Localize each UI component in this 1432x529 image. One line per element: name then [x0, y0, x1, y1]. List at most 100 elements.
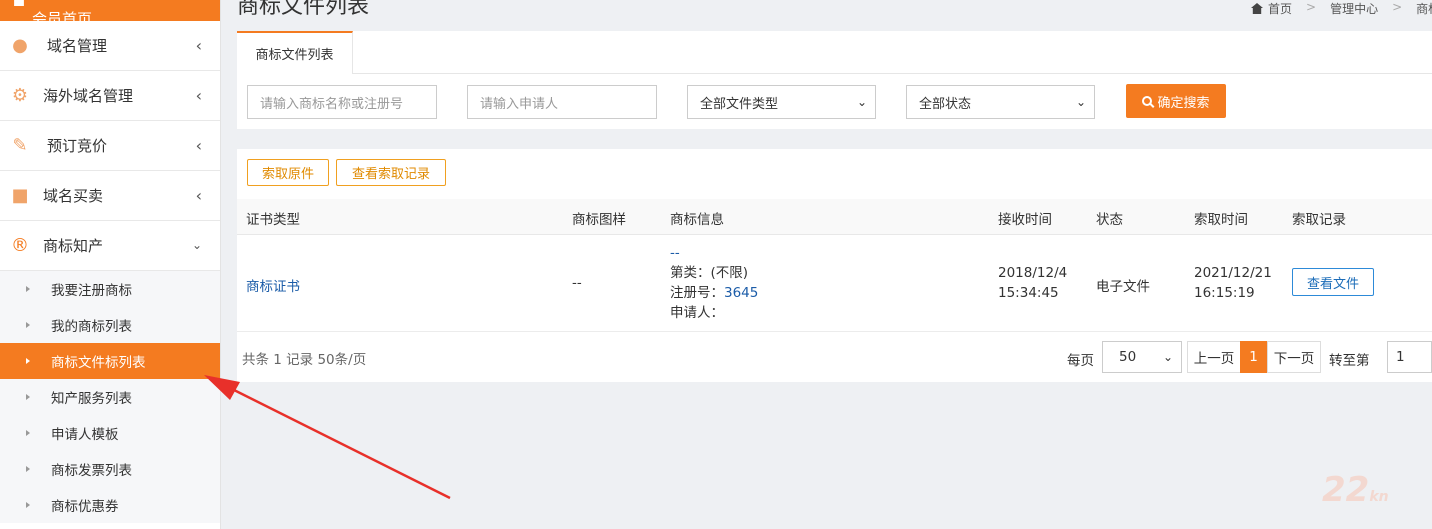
certificate-type-link[interactable]: 商标证书 — [246, 275, 300, 295]
sidebar-item-domain[interactable]: ● 域名管理 ‹ — [0, 21, 220, 71]
column-header: 商标图样 — [572, 212, 626, 228]
breadcrumb-item[interactable]: 商标 — [1416, 0, 1432, 17]
annotation-arrow — [204, 375, 451, 500]
search-icon — [1142, 96, 1153, 106]
registered-icon: ® — [11, 235, 29, 256]
file-type-value: 全部文件类型 — [700, 96, 779, 112]
received-date: 2018/12/4 — [998, 265, 1068, 281]
per-page-value: 50 — [1119, 349, 1137, 365]
caret-right-icon — [26, 286, 30, 292]
submenu-item-coupons[interactable]: 商标优惠券 — [0, 487, 220, 523]
submenu-item-my-trademarks[interactable]: 我的商标列表 — [0, 307, 220, 343]
trademark-name-link[interactable]: -- — [670, 243, 758, 263]
received-time: 2018/12/4 15:34:45 — [998, 263, 1067, 303]
request-date: 2021/12/21 — [1194, 265, 1272, 281]
trademark-search-input[interactable]: 请输入商标名称或注册号 — [247, 85, 437, 119]
sidebar-item-overseas-domain[interactable]: ⚙ 海外域名管理 ‹ — [0, 71, 220, 121]
reg-label: 注册号： — [670, 285, 724, 301]
sidebar-item-label: 商标知产 — [43, 237, 104, 255]
chevron-left-icon: ‹ — [195, 86, 202, 105]
status-text: 电子文件 — [1096, 279, 1150, 295]
caret-right-icon — [26, 322, 30, 328]
submenu-item-label: 知产服务列表 — [51, 391, 132, 407]
tab-trademark-files[interactable]: 商标文件列表 — [237, 31, 353, 74]
received-clock: 15:34:45 — [998, 285, 1059, 301]
watermark-main: 22 — [1322, 470, 1370, 510]
current-page[interactable]: 1 — [1240, 341, 1267, 373]
page-title: 商标文件列表 — [237, 0, 370, 19]
prev-page-button[interactable]: 上一页 — [1187, 341, 1241, 373]
results-panel: 索取原件 查看索取记录 证书类型 商标图样 商标信息 接收时间 状态 索取时间 … — [237, 149, 1432, 382]
trademark-reg: 注册号：3645 — [670, 283, 758, 303]
chevron-down-icon: ⌄ — [191, 238, 202, 252]
next-page-button[interactable]: 下一页 — [1267, 341, 1321, 373]
breadcrumb-item-label: 首页 — [1268, 2, 1293, 16]
table-header: 证书类型 商标图样 商标信息 接收时间 状态 索取时间 索取记录 — [237, 199, 1432, 235]
submenu-item-invoices[interactable]: 商标发票列表 — [0, 451, 220, 487]
submenu-item-label: 申请人模板 — [51, 427, 119, 443]
breadcrumb-separator: > — [1306, 0, 1317, 14]
submenu-item-label: 我的商标列表 — [51, 319, 132, 335]
file-type-select[interactable]: 全部文件类型 ⌄ — [687, 85, 876, 119]
status-select[interactable]: 全部状态 ⌄ — [906, 85, 1095, 119]
trademark-info: -- 第类：(不限) 注册号：3645 申请人： — [670, 243, 758, 323]
breadcrumb-separator: > — [1392, 0, 1403, 14]
column-header: 索取记录 — [1292, 212, 1346, 228]
table-row: 商标证书 -- -- 第类：(不限) 注册号：3645 申请人： 2018/12… — [237, 235, 1432, 332]
reg-number-link[interactable]: 3645 — [724, 285, 758, 301]
submenu-item-register[interactable]: 我要注册商标 — [0, 271, 220, 307]
applicant-search-input[interactable]: 请输入申请人 — [467, 85, 657, 119]
view-file-button[interactable]: 查看文件 — [1292, 268, 1374, 296]
sidebar-item-trade[interactable]: ■ 域名买卖 ‹ — [0, 171, 220, 221]
caret-right-icon — [26, 358, 30, 364]
sidebar-item-bidding[interactable]: ✎ 预订竞价 ‹ — [0, 121, 220, 171]
watermark-suffix: kn — [1369, 489, 1389, 505]
globe-icon: ● — [12, 35, 28, 56]
sidebar: 会员首页 ● 域名管理 ‹ ⚙ 海外域名管理 ‹ ✎ 预订竞价 ‹ ■ 域名买卖… — [0, 0, 221, 529]
request-clock: 16:15:19 — [1194, 285, 1255, 301]
status-value: 全部状态 — [919, 96, 972, 112]
sidebar-item-trademark[interactable]: ® 商标知产 ⌄ — [0, 221, 220, 271]
home-icon — [1251, 3, 1263, 14]
caret-right-icon — [26, 394, 30, 400]
column-header: 接收时间 — [998, 212, 1052, 228]
chevron-left-icon: ‹ — [195, 36, 202, 55]
sidebar-item-home[interactable]: 会员首页 — [0, 0, 220, 21]
column-header: 状态 — [1096, 212, 1123, 228]
goto-page-input[interactable]: 1 — [1387, 341, 1432, 373]
per-page-select[interactable]: 50 ⌄ — [1102, 341, 1182, 373]
request-original-button[interactable]: 索取原件 — [247, 159, 329, 186]
search-button-label: 确定搜索 — [1157, 95, 1210, 111]
chevron-left-icon: ‹ — [195, 136, 202, 155]
gear-icon: ⚙ — [11, 85, 29, 106]
request-time: 2021/12/21 16:15:19 — [1194, 263, 1272, 303]
sidebar-item-label: 海外域名管理 — [43, 87, 134, 105]
goto-label: 转至第 — [1329, 353, 1370, 369]
view-request-records-button[interactable]: 查看索取记录 — [336, 159, 446, 186]
column-header: 证书类型 — [246, 212, 300, 228]
submenu-item-trademark-files[interactable]: 商标文件标列表 — [0, 343, 220, 379]
submenu-item-label: 我要注册商标 — [51, 283, 132, 299]
caret-right-icon — [26, 502, 30, 508]
breadcrumb-item[interactable]: 管理中心 — [1330, 0, 1378, 17]
per-page-label: 每页 — [1067, 353, 1094, 369]
chevron-left-icon: ‹ — [195, 186, 202, 205]
submenu-item-applicant-template[interactable]: 申请人模板 — [0, 415, 220, 451]
column-header: 商标信息 — [670, 212, 724, 228]
trademark-applicant: 申请人： — [670, 305, 724, 321]
submenu-item-label: 商标发票列表 — [51, 463, 132, 479]
caret-right-icon — [26, 466, 30, 472]
breadcrumb-home[interactable]: 首页 — [1251, 0, 1292, 17]
breadcrumb: 首页 > 管理中心 > 商标 — [1251, 0, 1432, 17]
trademark-class: 第类：(不限) — [670, 265, 749, 281]
briefcase-icon: ■ — [11, 185, 29, 206]
submenu-item-label: 商标文件标列表 — [51, 355, 146, 371]
sidebar-item-label: 域名买卖 — [43, 187, 104, 205]
sidebar-item-label: 会员首页 — [32, 10, 93, 21]
submenu-item-ip-services[interactable]: 知产服务列表 — [0, 379, 220, 415]
search-button[interactable]: 确定搜索 — [1126, 84, 1226, 118]
record-summary: 共条 1 记录 50条/页 — [242, 352, 367, 368]
gavel-icon: ✎ — [12, 135, 28, 156]
column-header: 索取时间 — [1194, 212, 1248, 228]
search-panel: 商标文件列表 请输入商标名称或注册号 请输入申请人 全部文件类型 ⌄ 全部状态 … — [237, 31, 1432, 129]
